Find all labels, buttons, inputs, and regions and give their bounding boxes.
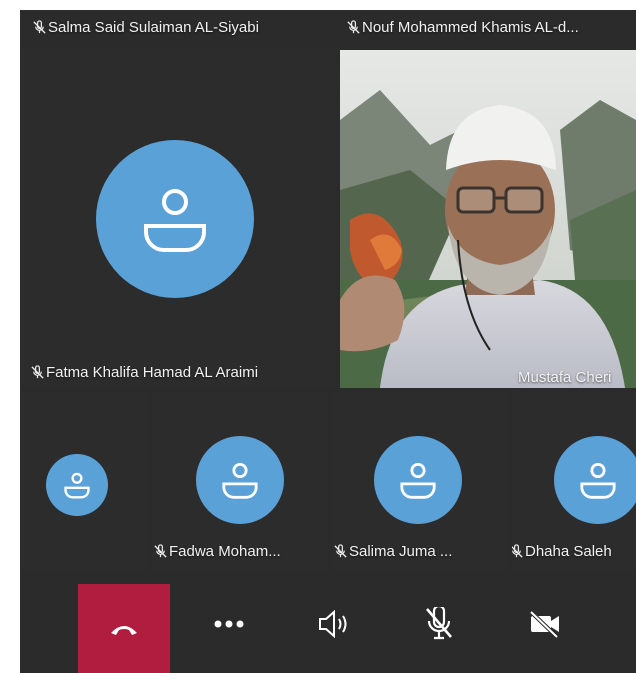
- avatar: [374, 436, 462, 524]
- participant-name: Mustafa Cheri: [518, 369, 612, 386]
- more-horizontal-icon: [214, 620, 244, 628]
- avatar: [46, 454, 108, 516]
- mic-off-icon: [154, 544, 167, 558]
- participant-name: Nouf Mohammed Khamis AL-d...: [346, 19, 579, 36]
- camera-button[interactable]: [509, 588, 581, 660]
- mic-off-icon: [334, 544, 347, 558]
- participant-tile-salima[interactable]: Salima Juma ...: [332, 392, 508, 570]
- participant-tile-row2-1[interactable]: [20, 392, 148, 570]
- participant-tile-fatma[interactable]: Fatma Khalifa Hamad AL Araimi: [20, 48, 336, 388]
- participant-name: Salima Juma ...: [333, 543, 452, 560]
- participant-name: Fadwa Moham...: [153, 543, 281, 560]
- participant-name: Fatma Khalifa Hamad AL Araimi: [30, 364, 258, 381]
- video-feed: [340, 50, 636, 388]
- speaker-button[interactable]: [298, 588, 370, 660]
- participant-tile-salma[interactable]: Salma Said Sulaiman AL-Siyabi: [20, 10, 338, 46]
- avatar: [554, 436, 636, 524]
- participant-tile-dhaha[interactable]: Dhaha Saleh: [512, 392, 636, 570]
- person-icon: [64, 472, 90, 499]
- mic-off-icon: [426, 607, 452, 640]
- person-icon: [222, 462, 258, 499]
- video-off-icon: [529, 610, 559, 639]
- person-icon: [400, 462, 436, 499]
- microphone-button[interactable]: [403, 588, 475, 660]
- participant-tile-nouf[interactable]: Nouf Mohammed Khamis AL-d...: [340, 10, 636, 46]
- participant-name: Dhaha Saleh: [512, 543, 612, 560]
- meeting-window: Salma Said Sulaiman AL-Siyabi Nouf Moham…: [20, 10, 636, 673]
- participant-name: Salma Said Sulaiman AL-Siyabi: [32, 19, 259, 36]
- person-icon: [580, 462, 616, 499]
- more-options-button[interactable]: [193, 588, 265, 660]
- avatar: [196, 436, 284, 524]
- mic-off-icon: [512, 544, 523, 558]
- mic-off-icon: [33, 20, 46, 34]
- participant-tile-fadwa[interactable]: Fadwa Moham...: [152, 392, 328, 570]
- mic-off-icon: [31, 365, 44, 379]
- person-icon: [144, 189, 206, 252]
- phone-hangup-icon: [111, 625, 137, 635]
- participant-video-mustafa[interactable]: Mustafa Cheri: [340, 50, 636, 388]
- hang-up-button[interactable]: [78, 584, 170, 673]
- speaker-icon: [319, 609, 347, 639]
- mic-off-icon: [347, 20, 360, 34]
- avatar: [96, 140, 254, 298]
